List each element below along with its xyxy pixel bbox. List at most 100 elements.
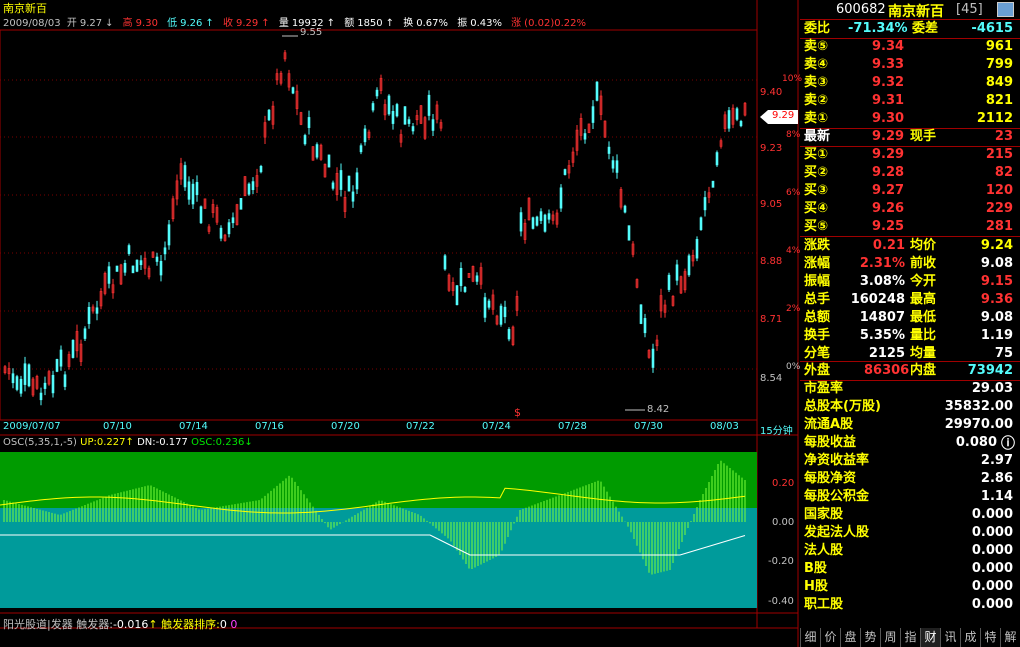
candle-body: [303, 135, 307, 145]
time-label: 07/22: [406, 421, 435, 432]
candle-body: [387, 95, 391, 115]
sell-volume: 961: [985, 39, 1013, 54]
osc-axis-label: 0.20: [772, 478, 795, 489]
weibi-label: 委比: [804, 21, 831, 36]
high-annotation: 9.55: [300, 27, 323, 38]
candle-body: [231, 217, 235, 224]
tab-1[interactable]: 价: [820, 628, 840, 647]
price-label: 8.54: [760, 373, 783, 384]
last-row: 最新 9.29 现手 23: [800, 128, 1017, 146]
buy-level-label: 买③: [804, 183, 829, 198]
candle-body: [375, 89, 379, 97]
period-selector[interactable]: 15分钟: [760, 422, 793, 437]
buy-volume: 215: [985, 147, 1013, 162]
osc-info-line: OSC(5,35,1,-5) UP:0.227↑ DN:-0.177 OSC:0…: [3, 437, 253, 448]
tab-6[interactable]: 财: [920, 628, 940, 647]
pct-label: 6%: [786, 188, 801, 198]
sell-price: 9.32: [872, 75, 905, 90]
tab-2[interactable]: 盘: [840, 628, 860, 647]
pct-label: 0%: [786, 362, 801, 372]
osc-value: 0.236: [215, 437, 245, 448]
sell-row: 卖③ 9.32 849: [800, 74, 1017, 92]
tab-3[interactable]: 势: [860, 628, 880, 647]
fin-row: 流通A股 29970.00: [800, 416, 1017, 434]
osc-dn-label: DN:: [137, 437, 156, 448]
stat-label: 总额: [804, 310, 831, 325]
tab-0[interactable]: 细: [800, 628, 820, 647]
fin-row: 国家股 0.000: [800, 506, 1017, 524]
candle-body: [543, 214, 547, 232]
candle-body: [315, 144, 319, 158]
waipan-value: 86306: [864, 363, 910, 378]
candle-body: [391, 111, 395, 124]
low-arrow: ↑: [205, 18, 214, 29]
candle-body: [559, 187, 563, 209]
candle-body: [51, 374, 55, 394]
fin-label: 职工股: [804, 597, 844, 612]
fin-label: 市盈率: [804, 381, 844, 396]
stat-label: 振幅: [804, 274, 831, 289]
fin-value: 2.86: [980, 471, 1013, 486]
time-label: 07/20: [331, 421, 360, 432]
price-axis: 10% 9.40 8% 9.23 6% 9.05 4% 8.88 2% 8.71…: [758, 0, 802, 420]
candle-body: [167, 224, 171, 246]
dollar-marker-icon[interactable]: $: [514, 406, 521, 419]
candle-body: [351, 191, 355, 202]
stat-label: 总手: [804, 292, 831, 307]
tab-4[interactable]: 周: [880, 628, 900, 647]
sell-row: 卖② 9.31 821: [800, 92, 1017, 110]
stock-header: 600682 南京新百 [45]: [800, 0, 1020, 20]
candle-body: [199, 206, 203, 224]
indicator-name: 阳光股道|发器: [3, 618, 73, 631]
fin-row: 市盈率 29.03: [800, 380, 1017, 398]
fin-label: 法人股: [804, 543, 844, 558]
candle-body: [583, 133, 587, 140]
candle-body: [739, 121, 743, 127]
sell-level-label: 卖①: [804, 111, 829, 126]
stat-row: 振幅 3.08% 今开 9.15: [800, 273, 1017, 291]
price-label: 9.23: [760, 143, 783, 154]
fin-label: 每股收益: [804, 435, 857, 450]
sell-price: 9.30: [872, 111, 905, 126]
candle-body: [483, 297, 487, 318]
candle-body: [427, 94, 431, 116]
stat-value: 9.15: [980, 274, 1013, 289]
amp-value: 0.43%: [470, 18, 502, 29]
sell-level-label: 卖②: [804, 93, 829, 108]
candle-body: [667, 274, 671, 290]
candle-body: [475, 275, 479, 282]
time-label: 07/10: [103, 421, 132, 432]
candlestick-series: [3, 49, 747, 406]
low-annotation: 8.42: [647, 404, 670, 415]
stat-label: 最低: [910, 310, 937, 325]
turn-value: 0.67%: [416, 18, 449, 29]
chart-thumbnail-icon[interactable]: [997, 2, 1014, 17]
fin-label: 总股本(万股): [804, 399, 881, 414]
trigger-label: 触发器:: [76, 618, 113, 631]
sell-row: 卖④ 9.33 799: [800, 56, 1017, 74]
weicha-label: 委差: [912, 21, 939, 36]
info-circle-icon[interactable]: ⓘ: [1001, 433, 1015, 453]
price-label: 8.88: [760, 256, 783, 267]
tab-10[interactable]: 解: [1000, 628, 1020, 647]
close-arrow: ↑: [261, 18, 270, 29]
fin-value: 0.000: [971, 543, 1013, 558]
stat-value: 2.31%: [859, 256, 905, 271]
tab-5[interactable]: 指: [900, 628, 920, 647]
tab-9[interactable]: 特: [980, 628, 1000, 647]
pct-label: 10%: [782, 74, 803, 84]
stat-label: 最高: [910, 292, 937, 307]
candle-body: [327, 154, 331, 168]
chart-area[interactable]: [0, 0, 800, 647]
candle-body: [627, 225, 631, 241]
indicator-status-line: 阳光股道|发器 触发器:-0.016↑ 触发器排序:0 0: [3, 616, 237, 632]
candle-body: [291, 87, 295, 94]
fin-value: 0.000: [971, 561, 1013, 576]
osc-axis-label: 0.00: [772, 517, 795, 528]
candle-body: [535, 216, 539, 226]
pct-label: 8%: [786, 130, 801, 140]
osc-up-arrow: ↑: [125, 437, 134, 448]
tab-8[interactable]: 成: [960, 628, 980, 647]
tab-7[interactable]: 讯: [940, 628, 960, 647]
candle-body: [407, 119, 411, 124]
